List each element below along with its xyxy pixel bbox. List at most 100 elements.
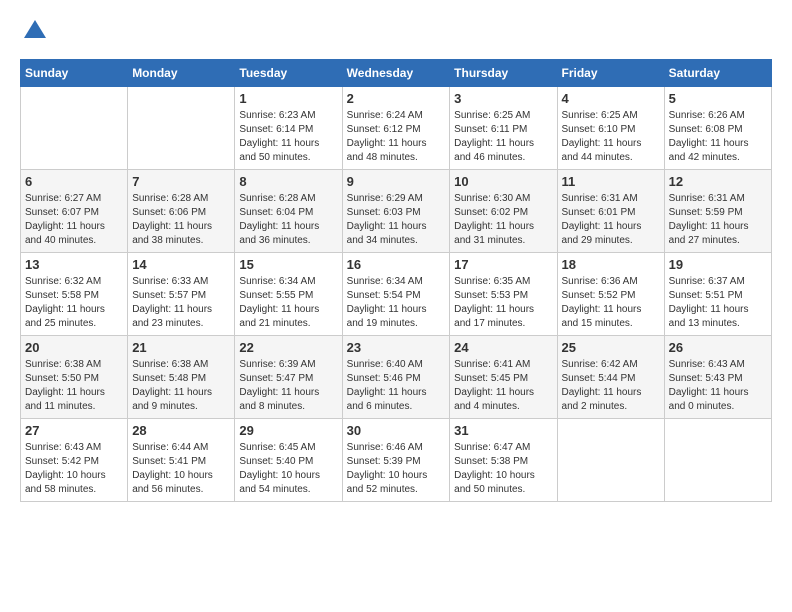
calendar-week-5: 27 Sunrise: 6:43 AM Sunset: 5:42 PM Dayli…	[21, 419, 772, 502]
day-number: 12	[669, 174, 767, 189]
day-number: 15	[239, 257, 337, 272]
calendar-cell: 16 Sunrise: 6:34 AM Sunset: 5:54 PM Dayli…	[342, 253, 450, 336]
day-info: Sunrise: 6:28 AM Sunset: 6:04 PM Dayligh…	[239, 192, 337, 248]
day-info: Sunrise: 6:28 AM Sunset: 6:06 PM Dayligh…	[132, 192, 230, 248]
day-number: 19	[669, 257, 767, 272]
calendar-cell: 13 Sunrise: 6:32 AM Sunset: 5:58 PM Dayli…	[21, 253, 128, 336]
calendar-cell: 1Sunrise: 6:23 AM Sunset: 6:14 PM Daylig…	[235, 87, 342, 170]
header-wednesday: Wednesday	[342, 60, 450, 87]
calendar-cell: 7 Sunrise: 6:28 AM Sunset: 6:06 PM Daylig…	[128, 170, 235, 253]
calendar-cell: 2 Sunrise: 6:24 AM Sunset: 6:12 PM Daylig…	[342, 87, 450, 170]
day-info: Sunrise: 6:30 AM Sunset: 6:02 PM Dayligh…	[454, 192, 552, 248]
calendar-cell: 6 Sunrise: 6:27 AM Sunset: 6:07 PM Daylig…	[21, 170, 128, 253]
day-number: 10	[454, 174, 552, 189]
calendar-cell: 10 Sunrise: 6:30 AM Sunset: 6:02 PM Dayli…	[450, 170, 557, 253]
day-number: 29	[239, 423, 337, 438]
day-info: Sunrise: 6:38 AM Sunset: 5:48 PM Dayligh…	[132, 358, 230, 414]
day-info: Sunrise: 6:25 AM Sunset: 6:10 PM Dayligh…	[562, 109, 660, 165]
calendar-cell: 9 Sunrise: 6:29 AM Sunset: 6:03 PM Daylig…	[342, 170, 450, 253]
header-tuesday: Tuesday	[235, 60, 342, 87]
calendar-cell	[664, 419, 771, 502]
calendar-cell: 14 Sunrise: 6:33 AM Sunset: 5:57 PM Dayli…	[128, 253, 235, 336]
calendar-cell: 29 Sunrise: 6:45 AM Sunset: 5:40 PM Dayli…	[235, 419, 342, 502]
day-number: 9	[347, 174, 446, 189]
calendar-cell	[128, 87, 235, 170]
calendar-cell: 19 Sunrise: 6:37 AM Sunset: 5:51 PM Dayli…	[664, 253, 771, 336]
day-info: Sunrise: 6:31 AM Sunset: 6:01 PM Dayligh…	[562, 192, 660, 248]
day-info: Sunrise: 6:33 AM Sunset: 5:57 PM Dayligh…	[132, 275, 230, 331]
day-info: Sunrise: 6:34 AM Sunset: 5:55 PM Dayligh…	[239, 275, 337, 331]
day-info: Sunrise: 6:26 AM Sunset: 6:08 PM Dayligh…	[669, 109, 767, 165]
day-number: 28	[132, 423, 230, 438]
day-number: 21	[132, 340, 230, 355]
day-info: Sunrise: 6:39 AM Sunset: 5:47 PM Dayligh…	[239, 358, 337, 414]
calendar-cell	[557, 419, 664, 502]
day-number: 26	[669, 340, 767, 355]
calendar-cell: 3 Sunrise: 6:25 AM Sunset: 6:11 PM Daylig…	[450, 87, 557, 170]
day-info: Sunrise: 6:43 AM Sunset: 5:42 PM Dayligh…	[25, 441, 123, 497]
day-info: Sunrise: 6:27 AM Sunset: 6:07 PM Dayligh…	[25, 192, 123, 248]
day-number: 2	[347, 91, 446, 106]
calendar-cell: 27 Sunrise: 6:43 AM Sunset: 5:42 PM Dayli…	[21, 419, 128, 502]
day-info: Sunrise: 6:41 AM Sunset: 5:45 PM Dayligh…	[454, 358, 552, 414]
day-number: 25	[562, 340, 660, 355]
day-number: 14	[132, 257, 230, 272]
day-info: Sunrise: 6:42 AM Sunset: 5:44 PM Dayligh…	[562, 358, 660, 414]
calendar-cell: 22 Sunrise: 6:39 AM Sunset: 5:47 PM Dayli…	[235, 336, 342, 419]
calendar-cell: 20Sunrise: 6:38 AM Sunset: 5:50 PM Dayli…	[21, 336, 128, 419]
day-info: Sunrise: 6:32 AM Sunset: 5:58 PM Dayligh…	[25, 275, 123, 331]
calendar-header-row: SundayMondayTuesdayWednesdayThursdayFrid…	[21, 60, 772, 87]
day-number: 8	[239, 174, 337, 189]
day-info: Sunrise: 6:37 AM Sunset: 5:51 PM Dayligh…	[669, 275, 767, 331]
day-info: Sunrise: 6:25 AM Sunset: 6:11 PM Dayligh…	[454, 109, 552, 165]
page-header	[20, 20, 772, 43]
day-number: 22	[239, 340, 337, 355]
day-info: Sunrise: 6:34 AM Sunset: 5:54 PM Dayligh…	[347, 275, 446, 331]
day-number: 5	[669, 91, 767, 106]
calendar-cell: 15 Sunrise: 6:34 AM Sunset: 5:55 PM Dayli…	[235, 253, 342, 336]
header-saturday: Saturday	[664, 60, 771, 87]
day-number: 13	[25, 257, 123, 272]
day-number: 3	[454, 91, 552, 106]
calendar-cell: 25 Sunrise: 6:42 AM Sunset: 5:44 PM Dayli…	[557, 336, 664, 419]
day-number: 27	[25, 423, 123, 438]
day-info: Sunrise: 6:23 AM Sunset: 6:14 PM Dayligh…	[239, 109, 337, 165]
calendar-cell: 23Sunrise: 6:40 AM Sunset: 5:46 PM Dayli…	[342, 336, 450, 419]
header-friday: Friday	[557, 60, 664, 87]
calendar-cell: 26Sunrise: 6:43 AM Sunset: 5:43 PM Dayli…	[664, 336, 771, 419]
calendar-week-4: 20Sunrise: 6:38 AM Sunset: 5:50 PM Dayli…	[21, 336, 772, 419]
day-number: 7	[132, 174, 230, 189]
calendar-cell: 11 Sunrise: 6:31 AM Sunset: 6:01 PM Dayli…	[557, 170, 664, 253]
calendar-cell: 12 Sunrise: 6:31 AM Sunset: 5:59 PM Dayli…	[664, 170, 771, 253]
logo-icon	[24, 20, 46, 38]
day-number: 31	[454, 423, 552, 438]
day-info: Sunrise: 6:45 AM Sunset: 5:40 PM Dayligh…	[239, 441, 337, 497]
calendar-week-3: 13 Sunrise: 6:32 AM Sunset: 5:58 PM Dayli…	[21, 253, 772, 336]
day-info: Sunrise: 6:31 AM Sunset: 5:59 PM Dayligh…	[669, 192, 767, 248]
calendar-cell	[21, 87, 128, 170]
logo	[20, 20, 46, 43]
day-info: Sunrise: 6:44 AM Sunset: 5:41 PM Dayligh…	[132, 441, 230, 497]
day-info: Sunrise: 6:35 AM Sunset: 5:53 PM Dayligh…	[454, 275, 552, 331]
calendar-week-2: 6 Sunrise: 6:27 AM Sunset: 6:07 PM Daylig…	[21, 170, 772, 253]
day-number: 6	[25, 174, 123, 189]
day-number: 17	[454, 257, 552, 272]
day-info: Sunrise: 6:40 AM Sunset: 5:46 PM Dayligh…	[347, 358, 446, 414]
day-number: 4	[562, 91, 660, 106]
calendar-cell: 30Sunrise: 6:46 AM Sunset: 5:39 PM Dayli…	[342, 419, 450, 502]
day-number: 11	[562, 174, 660, 189]
calendar-cell: 18Sunrise: 6:36 AM Sunset: 5:52 PM Dayli…	[557, 253, 664, 336]
day-info: Sunrise: 6:47 AM Sunset: 5:38 PM Dayligh…	[454, 441, 552, 497]
day-info: Sunrise: 6:29 AM Sunset: 6:03 PM Dayligh…	[347, 192, 446, 248]
calendar-cell: 5 Sunrise: 6:26 AM Sunset: 6:08 PM Daylig…	[664, 87, 771, 170]
calendar-cell: 28 Sunrise: 6:44 AM Sunset: 5:41 PM Dayli…	[128, 419, 235, 502]
day-info: Sunrise: 6:36 AM Sunset: 5:52 PM Dayligh…	[562, 275, 660, 331]
calendar-cell: 8 Sunrise: 6:28 AM Sunset: 6:04 PM Daylig…	[235, 170, 342, 253]
calendar-cell: 21 Sunrise: 6:38 AM Sunset: 5:48 PM Dayli…	[128, 336, 235, 419]
calendar-cell: 4 Sunrise: 6:25 AM Sunset: 6:10 PM Daylig…	[557, 87, 664, 170]
day-info: Sunrise: 6:38 AM Sunset: 5:50 PM Dayligh…	[25, 358, 123, 414]
calendar-cell: 17 Sunrise: 6:35 AM Sunset: 5:53 PM Dayli…	[450, 253, 557, 336]
day-info: Sunrise: 6:24 AM Sunset: 6:12 PM Dayligh…	[347, 109, 446, 165]
day-number: 16	[347, 257, 446, 272]
day-number: 24	[454, 340, 552, 355]
